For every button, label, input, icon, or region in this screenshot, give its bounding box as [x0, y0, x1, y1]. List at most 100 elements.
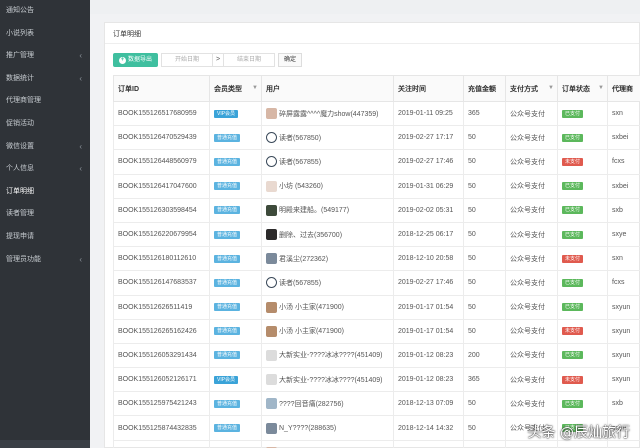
status-cell: 未支付: [557, 149, 608, 175]
end-date-input[interactable]: 结束日期: [223, 53, 276, 67]
user-name: 小坊 (543260): [279, 183, 323, 191]
user-cell: ????回音痛(282756): [261, 391, 394, 417]
col-header-agent[interactable]: 代理商: [607, 75, 640, 102]
order-id-cell: BOOK1551265176809​59: [113, 100, 210, 127]
user-name: 碎屏露露^^^^魔力show(447359): [279, 110, 379, 118]
amount-cell: 200: [463, 342, 506, 369]
table-row[interactable]: BOOK1551265176809​59 VIP会员 碎屏露露^^^^魔力show(…: [113, 100, 640, 127]
member-type-badge: 普通充值: [214, 399, 241, 408]
pay-method-cell: 公众号支付: [505, 367, 558, 393]
col-header-status[interactable]: 订单状态 ▼: [557, 75, 608, 102]
order-id-cell: BOOK1551264485609​79: [113, 149, 210, 175]
sidebar-item-readers[interactable]: 读者管理: [0, 203, 90, 226]
order-id-cell: BOOK1551263035984​54: [113, 197, 210, 223]
status-cell: 已支付: [557, 221, 608, 248]
agent-cell: sxyun: [607, 318, 640, 344]
table-row[interactable]: BOOK1551262651624​26 普通充值 小汤 小主家(471900) 20…: [113, 318, 640, 344]
member-type-cell: 普通充值: [209, 294, 262, 320]
sidebar-item-orders[interactable]: 订单明细: [0, 181, 90, 204]
sidebar-item-promotion[interactable]: 推广管理 ‹: [0, 45, 90, 68]
user-cell: 小坊 (543260): [261, 173, 394, 199]
table-row[interactable]: BOOK1551264705294​39 普通充值 读者(567850) 2019-0…: [113, 125, 640, 151]
chevron-left-icon: ‹: [79, 141, 82, 151]
member-type-cell: VIP会员: [209, 100, 262, 127]
user-cell: 读者(567850): [261, 125, 394, 151]
amount-cell: 50: [463, 221, 506, 248]
table-row[interactable]: BOOK1551262206799​54 普通充值 删除、过去(356700) 201…: [113, 221, 640, 248]
follow-time-cell: 2019-02-27 17:46: [393, 149, 464, 175]
member-type-badge: 普通充值: [214, 182, 241, 191]
sidebar-item-label: 通知公告: [6, 7, 34, 14]
status-badge: 已支付: [562, 303, 584, 312]
filter-icon[interactable]: ▼: [548, 85, 554, 91]
user-name: 读者(567855): [279, 279, 322, 287]
table-row[interactable]: BOOK1551263035984​54 普通充值 明殿来建船。(549177) 20…: [113, 197, 640, 223]
col-header-user[interactable]: 用户: [261, 75, 394, 102]
user-cell: 明殿来建船。(549177): [261, 197, 394, 223]
sidebar-item-promo-events[interactable]: 促销活动: [0, 113, 90, 136]
col-header-member-type[interactable]: 会员类型 ▼: [209, 75, 262, 102]
status-cell: 已支付: [557, 100, 608, 127]
col-header-label: 会员类型: [214, 85, 242, 93]
col-header-pay-method[interactable]: 支付方式 ▼: [505, 75, 558, 102]
member-type-badge: 普通充值: [214, 133, 241, 142]
sidebar-item-agents[interactable]: 代理商管理: [0, 90, 90, 113]
col-header-follow-time[interactable]: 关注时间: [393, 75, 464, 102]
table-row[interactable]: BOOK1551264170476​00 普通充值 小坊 (543260) 2019-…: [113, 173, 640, 199]
sidebar-item-label: 读者管理: [6, 210, 34, 218]
filter-icon[interactable]: ▼: [252, 85, 258, 91]
follow-time-cell: 2019-01-17 01:54: [393, 294, 464, 320]
order-id-cell: BOOK1551264170476​00: [113, 173, 210, 199]
order-id-cell: BOOK1551260532914​34: [113, 342, 210, 369]
sidebar-item-label: 数据统计: [6, 74, 34, 82]
start-date-input[interactable]: 开始日期: [161, 53, 214, 67]
sidebar-item-novels[interactable]: 小说列表: [0, 23, 90, 46]
status-cell: 未支付: [557, 246, 608, 272]
follow-time-cell: 2019-02-27 17:46: [393, 270, 464, 296]
sidebar-item-wechat[interactable]: 微信设置 ‹: [0, 136, 90, 159]
table-row[interactable]: BOOK1551260521261​71 VIP会员 大新实业-????冰冰????…: [113, 367, 640, 393]
user-cell: N_Y????(288635): [261, 415, 394, 441]
agent-cell: fcxs: [607, 270, 640, 296]
table-row[interactable]: BOOK1551264485609​79 普通充值 读者(567855) 2019-0…: [113, 149, 640, 175]
user-cell: 落伤泪(283073): [261, 439, 394, 448]
confirm-button[interactable]: 确定: [278, 53, 303, 67]
table-row[interactable]: BOOK1551259754212​43 普通充值 ????回音痛(282756) 2…: [113, 391, 640, 417]
user-cell: 碎屏露露^^^^魔力show(447359): [261, 100, 394, 127]
sidebar-item-label: 小说列表: [6, 29, 34, 37]
avatar: [266, 204, 277, 216]
pay-method-cell: 公众号支付: [505, 270, 558, 296]
user-name: 小汤 小主家(471900): [279, 328, 344, 336]
sidebar-item-label: 推广管理: [6, 52, 34, 60]
member-type-cell: VIP会员: [209, 367, 262, 393]
table-row[interactable]: BOOK1551260532914​34 普通充值 大新实业-????冰冰????(…: [113, 342, 640, 369]
amount-cell: 50: [463, 439, 506, 448]
sidebar-item-withdraw[interactable]: 提现申请: [0, 226, 90, 249]
order-id-cell: BOOK1551258656436​01: [113, 439, 210, 448]
sidebar-item-admin[interactable]: 管理员功能 ‹: [0, 249, 90, 272]
user-name: 大新实业-????冰冰????(451409): [279, 352, 383, 360]
member-type-badge: 普通充值: [214, 303, 241, 312]
status-badge: 未支付: [562, 327, 584, 336]
follow-time-cell: 2019-01-11 09:25: [393, 100, 464, 127]
col-header-order-id[interactable]: 订单ID: [113, 75, 210, 102]
user-name: 明殿来建船。(549177): [279, 207, 350, 215]
export-button[interactable]: + 数据导出: [113, 53, 159, 67]
table-row[interactable]: BOOK1551261801126​10 普通充值 君溪尘(272362) 2018-…: [113, 246, 640, 272]
filter-icon[interactable]: ▼: [598, 85, 604, 91]
sidebar-item-stats[interactable]: 数据统计 ‹: [0, 68, 90, 91]
col-header-amount[interactable]: 充值金额: [463, 75, 506, 102]
user-name: ????回音痛(282756): [279, 400, 344, 408]
order-id-cell: BOOK1551262651141​9: [113, 294, 210, 320]
sidebar-item-profile[interactable]: 个人信息 ‹: [0, 158, 90, 181]
status-cell: 已支付: [557, 125, 608, 151]
order-id-cell: BOOK1551260521261​71: [113, 367, 210, 393]
sidebar-item-notice[interactable]: 通知公告: [0, 0, 90, 23]
table-row[interactable]: BOOK1551261476835​37 普通充值 读者(567855) 2019-0…: [113, 270, 640, 296]
member-type-badge: VIP会员: [214, 109, 239, 118]
table-row[interactable]: BOOK1551262651141​9 普通充值 小汤 小主家(471900) 201…: [113, 294, 640, 320]
member-type-cell: 普通充值: [209, 221, 262, 248]
status-cell: 已支付: [557, 197, 608, 223]
avatar: [266, 132, 277, 144]
col-header-label: 订单状态: [562, 85, 590, 93]
